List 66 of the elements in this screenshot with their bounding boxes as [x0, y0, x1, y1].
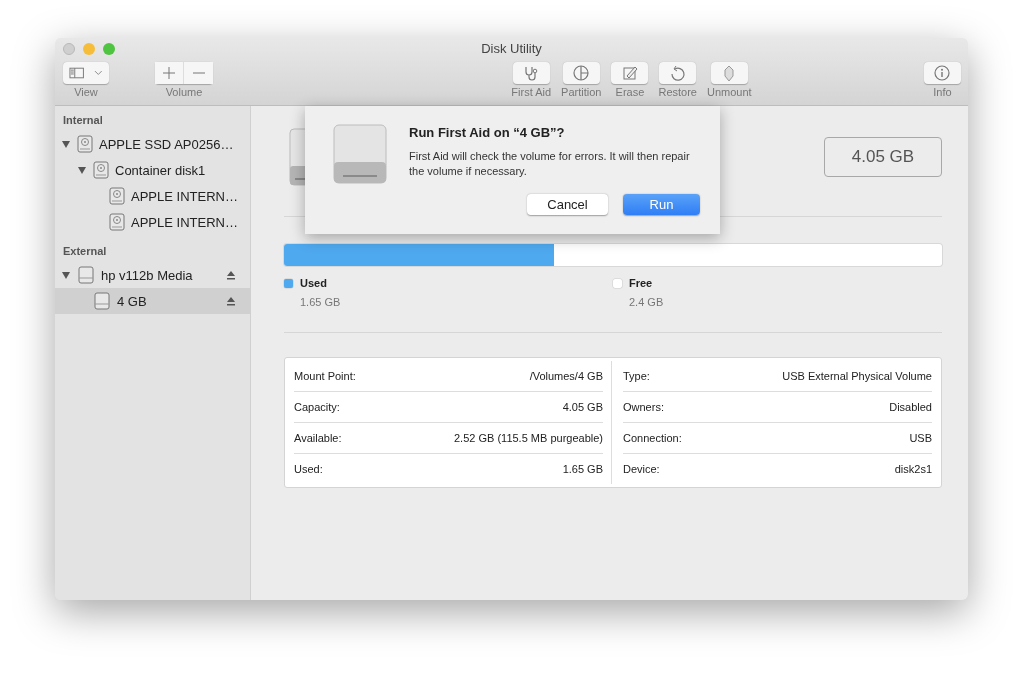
field-value: 2.52 GB (115.5 MB purgeable) — [454, 432, 603, 444]
view-button[interactable] — [63, 62, 109, 84]
field-label: Owners: — [623, 401, 664, 413]
legend-value: 1.65 GB — [299, 296, 342, 308]
field-value: /Volumes/4 GB — [529, 370, 603, 382]
field-label: Device: — [623, 463, 660, 475]
toolbar-button[interactable] — [659, 62, 697, 84]
dialog-message: First Aid will check the volume for errors. It will then repair the volume if necessary. — [409, 149, 691, 179]
zoom-button[interactable] — [103, 43, 115, 55]
eject-icon[interactable] — [226, 270, 236, 280]
window-title: Disk Utility — [480, 41, 543, 56]
hard-drive-icon — [93, 161, 109, 179]
toolbar-label: Unmount — [707, 86, 752, 98]
pie-chart-icon — [571, 64, 592, 82]
field-label: Capacity: — [294, 401, 340, 413]
sidebar-icon — [69, 67, 85, 79]
field-value: disk2s1 — [894, 463, 932, 475]
capacity-label: 4.05 GB — [824, 137, 942, 177]
sidebar-item[interactable]: APPLE SSD AP0256… — [55, 131, 250, 157]
hard-drive-icon — [109, 187, 125, 205]
triangle-down-icon[interactable] — [61, 139, 71, 149]
add-button[interactable] — [155, 62, 184, 84]
close-button[interactable] — [63, 43, 75, 55]
remove-button[interactable] — [184, 62, 213, 84]
toolbar-button[interactable] — [562, 62, 600, 84]
eject-icon[interactable] — [226, 296, 236, 306]
dialog-title: Run First Aid on “4 GB”? — [409, 125, 566, 140]
toolbar-label: Restore — [658, 86, 697, 98]
sidebar-item[interactable]: hp v112b Media — [55, 262, 250, 288]
triangle-down-icon[interactable] — [61, 270, 71, 280]
toolbar-label: Erase — [615, 86, 645, 98]
field-label: Connection: — [623, 432, 682, 444]
sidebar-item[interactable]: APPLE INTERN… — [55, 183, 250, 209]
field-label: Type: — [623, 370, 650, 382]
field-value: Disabled — [889, 401, 932, 413]
field-label: Used: — [294, 463, 323, 475]
toolbar-label: First Aid — [511, 86, 552, 98]
toolbar-label: Info — [933, 86, 952, 98]
info-button[interactable] — [924, 62, 961, 84]
toolbar-button[interactable] — [512, 62, 550, 84]
field-value: 1.65 GB — [562, 463, 603, 475]
hard-drive-icon — [77, 135, 93, 153]
section-header: Internal — [62, 113, 104, 128]
sidebar-item[interactable]: 4 GB — [55, 288, 250, 314]
legend-value: 2.4 GB — [628, 296, 665, 308]
toolbar-label: Partition — [561, 86, 602, 98]
legend-label: Used — [300, 277, 327, 289]
toolbar-button[interactable] — [710, 62, 748, 84]
sidebar-item[interactable]: APPLE INTERN… — [55, 209, 250, 235]
field-value: USB — [909, 432, 932, 444]
triangle-down-icon[interactable] — [77, 165, 87, 175]
plus-icon — [163, 67, 175, 79]
cancel-button[interactable]: Cancel — [527, 194, 608, 215]
field-value: USB External Physical Volume — [782, 370, 932, 382]
section-header: External — [62, 244, 108, 259]
info-icon — [932, 64, 953, 82]
legend-label: Free — [629, 277, 653, 289]
toolbar-button[interactable] — [611, 62, 649, 84]
hard-drive-icon — [109, 213, 125, 231]
chevron-down-icon — [94, 70, 103, 76]
field-value: 4.05 GB — [562, 401, 603, 413]
sidebar-item[interactable]: Container disk1 — [55, 157, 250, 183]
field-label: Available: — [294, 432, 342, 444]
toolbar-label: View — [74, 86, 98, 98]
toolbar-label: Volume — [165, 86, 203, 98]
field-label: Mount Point: — [294, 370, 356, 382]
